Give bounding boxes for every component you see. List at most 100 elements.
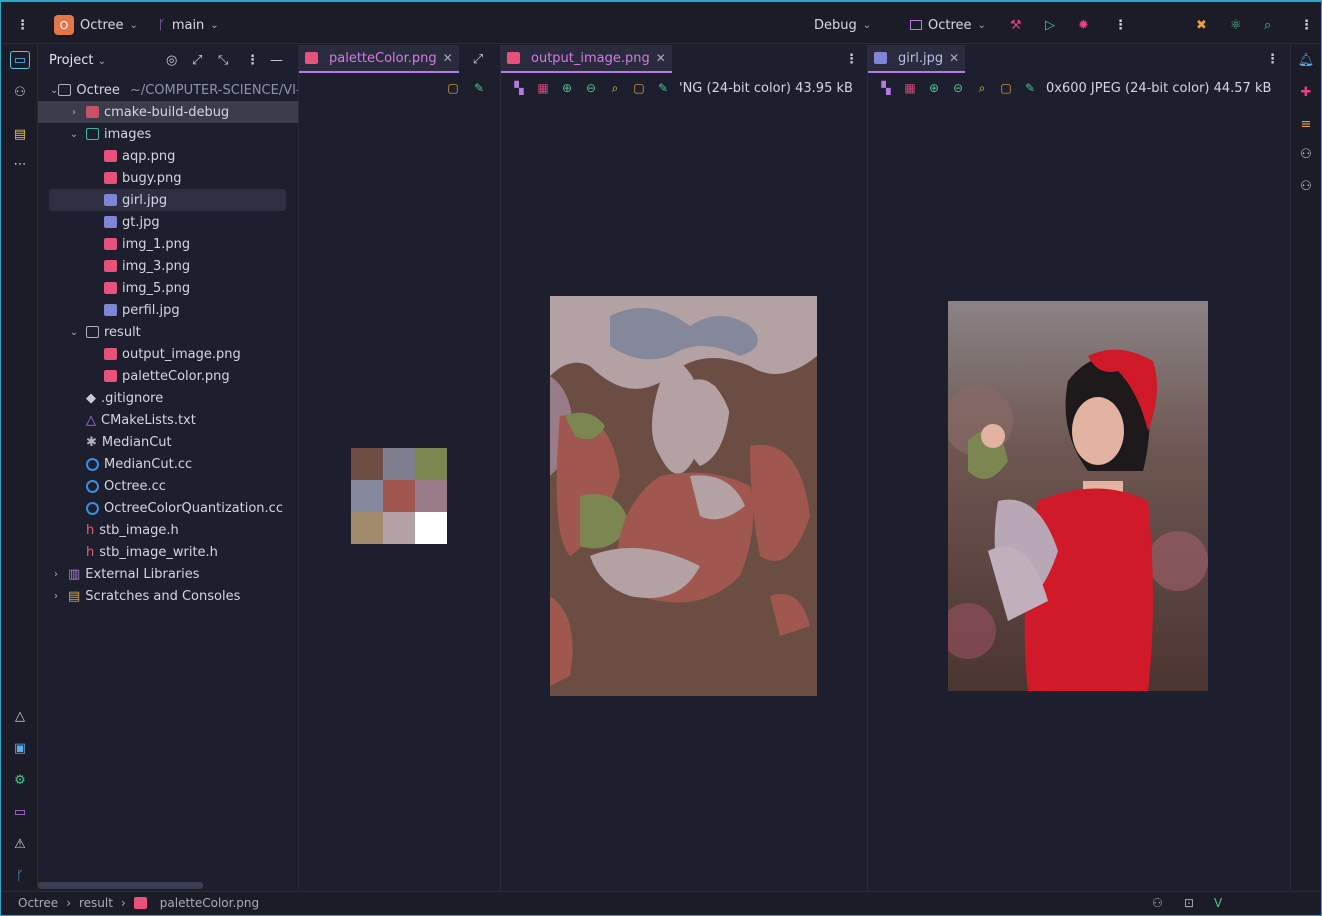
gear-icon[interactable]: ⚙	[11, 771, 29, 789]
search-button[interactable]: ⌕	[1264, 14, 1271, 36]
more-actions-button[interactable]: ⋮	[1114, 14, 1127, 36]
chevron-right-icon[interactable]: ›	[68, 107, 80, 118]
tree-item[interactable]: ⌄ result	[38, 321, 298, 343]
tree-item[interactable]: aqp.png	[38, 145, 298, 167]
expand-all-icon[interactable]: ⤢	[192, 53, 202, 68]
breadcrumb-item[interactable]: Octree	[18, 896, 58, 910]
tab-bar: girl.jpg ✕ ⋮	[868, 45, 1290, 73]
tools-button[interactable]: ✖	[1196, 14, 1207, 36]
run-button[interactable]: ▷	[1045, 14, 1055, 36]
close-icon[interactable]: ✕	[656, 51, 666, 65]
plugin-icon[interactable]: ✚	[1297, 83, 1315, 101]
target-icon[interactable]: ◎	[166, 53, 177, 68]
ai-assistant-button[interactable]: ⚛	[1230, 14, 1242, 36]
tree-item[interactable]: MedianCut.cc	[38, 453, 298, 475]
chevron-down-icon[interactable]: ⌄	[50, 85, 58, 96]
tree-item[interactable]: ✱ MedianCut	[38, 431, 298, 453]
vim-icon[interactable]: V	[1214, 896, 1222, 910]
fit-to-window-icon[interactable]: ▢	[445, 80, 461, 96]
collapse-all-icon[interactable]: ⤡	[218, 53, 228, 68]
zoom-in-icon[interactable]: ⊕	[559, 80, 575, 96]
minimize-icon[interactable]: —	[270, 53, 283, 68]
terminal-icon[interactable]: ▭	[11, 803, 29, 821]
zoom-in-icon[interactable]: ⊕	[926, 80, 942, 96]
tree-item[interactable]: gt.jpg	[38, 211, 298, 233]
git-tool-icon[interactable]: ᚴ	[11, 867, 29, 885]
maximize-icon[interactable]: ⤢	[473, 52, 483, 67]
grid-icon[interactable]: ▦	[535, 80, 551, 96]
chessboard-icon[interactable]: ▚	[878, 80, 894, 96]
project-tool-icon[interactable]: ▭	[10, 51, 30, 69]
image-file-icon	[305, 52, 318, 64]
copilot-chat-icon[interactable]: ⚇	[1297, 177, 1315, 195]
tree-item[interactable]: ◆ .gitignore	[38, 387, 298, 409]
structure-tool-icon[interactable]: ▤	[11, 125, 29, 143]
tree-item[interactable]: ⌄ Octree ~/COMPUTER-SCIENCE/VI-CICLO/EDA/O…	[38, 79, 298, 101]
chevron-right-icon[interactable]: ›	[50, 591, 62, 602]
chevron-right-icon[interactable]: ›	[50, 569, 62, 580]
project-panel-title[interactable]: Project ⌄	[49, 53, 106, 68]
tree-item[interactable]: h stb_image.h	[38, 519, 298, 541]
tab-palette-color[interactable]: paletteColor.png ✕	[299, 45, 459, 73]
kebab-icon[interactable]: ⋮	[1266, 52, 1279, 67]
actual-size-icon[interactable]: ⌕	[607, 80, 623, 96]
zoom-out-icon[interactable]: ⊖	[583, 80, 599, 96]
messages-tool-icon[interactable]: ▣	[11, 739, 29, 757]
kebab-icon[interactable]: ⋮	[246, 53, 259, 68]
chevron-down-icon[interactable]: ⌄	[68, 327, 80, 338]
close-icon[interactable]: ✕	[443, 51, 453, 65]
tree-item[interactable]: girl.jpg	[49, 189, 286, 211]
database-icon[interactable]: ≡	[1297, 115, 1315, 133]
more-tools-icon[interactable]: ⋯	[11, 155, 29, 173]
tree-item[interactable]: perfil.jpg	[38, 299, 298, 321]
tree-item[interactable]: △ CMakeLists.txt	[38, 409, 298, 431]
target-selector[interactable]: Octree ⌄	[910, 14, 986, 36]
services-tool-icon[interactable]: ⚇	[11, 83, 29, 101]
run-config-selector[interactable]: Debug ⌄	[814, 14, 871, 36]
kebab-icon[interactable]: ⋮	[845, 52, 858, 67]
tree-item[interactable]: output_image.png	[38, 343, 298, 365]
fit-to-window-icon[interactable]: ▢	[631, 80, 647, 96]
tree-item[interactable]: Octree.cc	[38, 475, 298, 497]
cmake-tool-icon[interactable]: △	[11, 707, 29, 725]
zoom-out-icon[interactable]: ⊖	[950, 80, 966, 96]
tab-girl-image[interactable]: girl.jpg ✕	[868, 45, 966, 73]
debug-button[interactable]: ✹	[1078, 14, 1089, 36]
tree-item[interactable]: OctreeColorQuantization.cc	[38, 497, 298, 519]
tree-item[interactable]: bugy.png	[38, 167, 298, 189]
problems-tool-icon[interactable]: ⚠	[11, 835, 29, 853]
chessboard-icon[interactable]: ▚	[511, 80, 527, 96]
breadcrumb-item[interactable]: result	[79, 896, 113, 910]
tree-item[interactable]: ⌄ images	[38, 123, 298, 145]
tree-item[interactable]: paletteColor.png	[38, 365, 298, 387]
tree-item[interactable]: img_1.png	[38, 233, 298, 255]
project-switcher[interactable]: O Octree ⌄	[54, 14, 138, 36]
chevron-down-icon[interactable]: ⌄	[68, 129, 80, 140]
eyedropper-icon[interactable]: ✎	[471, 80, 487, 96]
lock-icon[interactable]: ⊡	[1184, 896, 1194, 910]
tree-item[interactable]: › cmake-build-debug	[38, 101, 298, 123]
breadcrumb-item[interactable]: paletteColor.png	[160, 896, 259, 910]
copilot-icon[interactable]: ⚇	[1297, 145, 1315, 163]
tree-item[interactable]: h stb_image_write.h	[38, 541, 298, 563]
build-button[interactable]: ⚒	[1010, 14, 1022, 36]
copilot-status-icon[interactable]: ⚇	[1152, 896, 1163, 910]
fit-to-window-icon[interactable]: ▢	[998, 80, 1014, 96]
notifications-icon[interactable]: 🔔︎	[1297, 51, 1315, 69]
tree-item[interactable]: img_3.png	[38, 255, 298, 277]
tab-output-image[interactable]: output_image.png ✕	[501, 45, 672, 73]
tree-item[interactable]: › ▥ External Libraries	[38, 563, 298, 585]
eyedropper-icon[interactable]: ✎	[655, 80, 671, 96]
tree-item[interactable]: › ▤ Scratches and Consoles	[38, 585, 298, 607]
main-menu-button[interactable]: ⋮	[16, 14, 29, 36]
executable-icon: ✱	[86, 434, 97, 450]
eyedropper-icon[interactable]: ✎	[1022, 80, 1038, 96]
project-path: ~/COMPUTER-SCIENCE/VI-CICLO/EDA/Octree	[129, 82, 298, 98]
grid-icon[interactable]: ▦	[902, 80, 918, 96]
horizontal-scrollbar[interactable]	[38, 882, 203, 889]
tree-item[interactable]: img_5.png	[38, 277, 298, 299]
settings-menu-button[interactable]: ⋮	[1300, 14, 1313, 36]
close-icon[interactable]: ✕	[949, 51, 959, 65]
actual-size-icon[interactable]: ⌕	[974, 80, 990, 96]
branch-switcher[interactable]: ᚴ main ⌄	[158, 14, 219, 36]
